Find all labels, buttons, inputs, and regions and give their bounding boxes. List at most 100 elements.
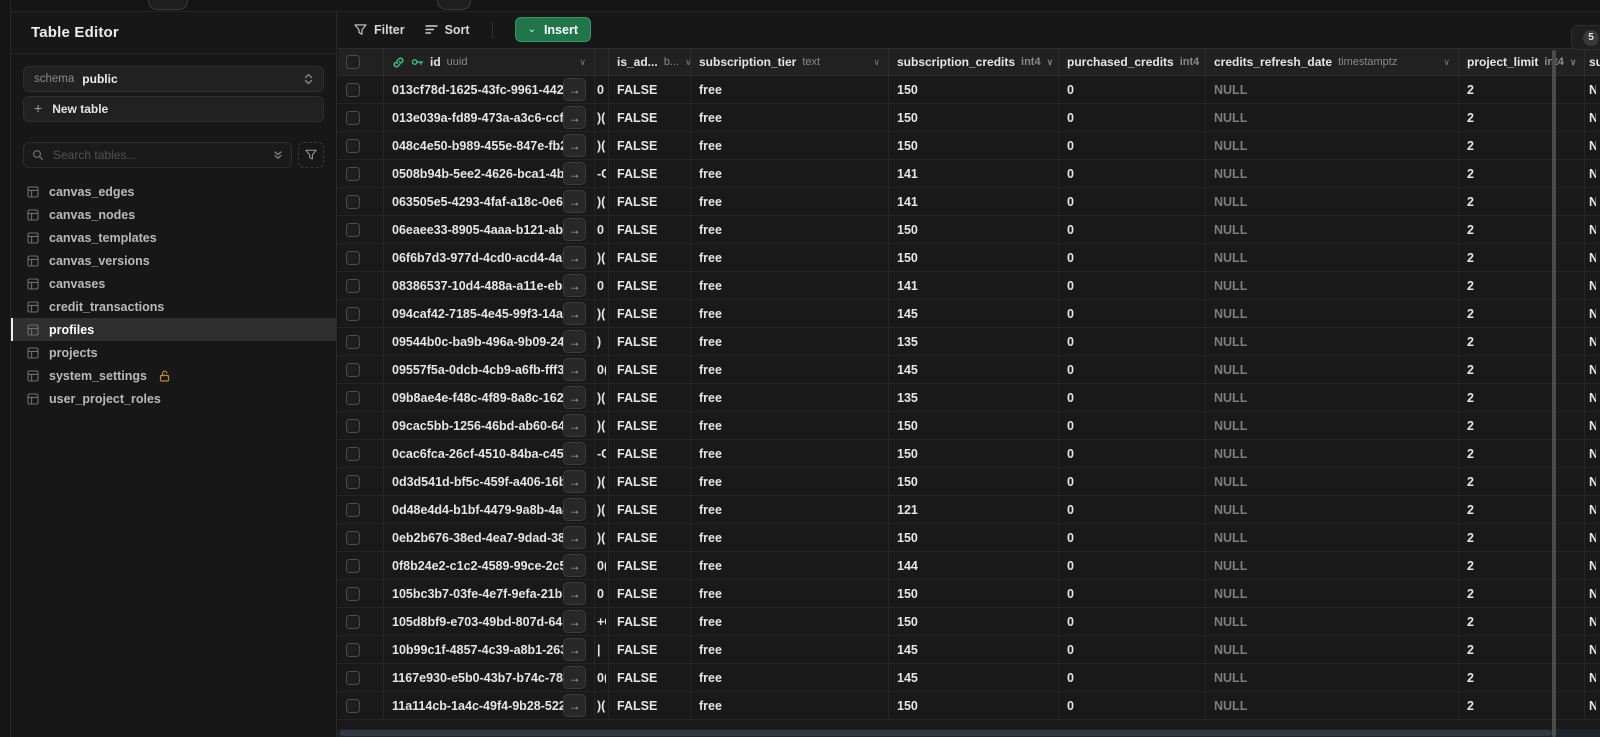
row-checkbox[interactable] bbox=[346, 614, 360, 629]
cell-is-admin[interactable]: FALSE bbox=[609, 76, 691, 103]
column-header-purchased-credits[interactable]: purchased_credits int4 ∨ bbox=[1059, 49, 1206, 75]
cell-project-limit[interactable]: 2 bbox=[1459, 356, 1585, 383]
cell-is-admin[interactable]: FALSE bbox=[609, 244, 691, 271]
cell-is-admin[interactable]: FALSE bbox=[609, 412, 691, 439]
cell-project-limit[interactable]: 2 bbox=[1459, 216, 1585, 243]
column-header-clipped[interactable]: su bbox=[1585, 49, 1600, 75]
cell-clipped[interactable]: NU bbox=[1585, 356, 1600, 383]
cell-clipped[interactable]: NU bbox=[1585, 412, 1600, 439]
cell-subscription-credits[interactable]: 150 bbox=[889, 468, 1059, 495]
cell-subscription-tier[interactable]: free bbox=[691, 412, 889, 439]
cell-subscription-credits[interactable]: 145 bbox=[889, 356, 1059, 383]
cell-id[interactable]: 105bc3b7-03fe-4e7f-9efa-21bb40... → bbox=[384, 580, 595, 607]
cell-purchased-credits[interactable]: 0 bbox=[1059, 580, 1206, 607]
cell-credits-refresh-date[interactable]: NULL bbox=[1206, 300, 1459, 327]
column-header-project-limit[interactable]: project_limit int4 ∨ bbox=[1459, 49, 1585, 75]
expand-row-button[interactable]: → bbox=[563, 498, 586, 521]
cell-id[interactable]: 0f8b24e2-c1c2-4589-99ce-2c52d... → bbox=[384, 552, 595, 579]
cell-credits-refresh-date[interactable]: NULL bbox=[1206, 384, 1459, 411]
cell-is-admin[interactable]: FALSE bbox=[609, 524, 691, 551]
sort-button[interactable]: Sort bbox=[424, 23, 470, 37]
cell-truncated[interactable]: )( bbox=[595, 524, 609, 551]
cell-project-limit[interactable]: 2 bbox=[1459, 412, 1585, 439]
cell-purchased-credits[interactable]: 0 bbox=[1059, 524, 1206, 551]
row-checkbox[interactable] bbox=[346, 558, 360, 573]
sidebar-item-canvas_versions[interactable]: canvas_versions bbox=[11, 249, 336, 272]
cell-credits-refresh-date[interactable]: NULL bbox=[1206, 468, 1459, 495]
row-checkbox[interactable] bbox=[346, 390, 360, 405]
row-select-cell[interactable] bbox=[338, 104, 384, 131]
cell-credits-refresh-date[interactable]: NULL bbox=[1206, 412, 1459, 439]
sidebar-item-canvas_templates[interactable]: canvas_templates bbox=[11, 226, 336, 249]
cell-clipped[interactable]: NU bbox=[1585, 244, 1600, 271]
row-checkbox[interactable] bbox=[346, 166, 360, 181]
cell-truncated[interactable]: 0( bbox=[595, 664, 609, 691]
cell-subscription-tier[interactable]: free bbox=[691, 104, 889, 131]
row-select-cell[interactable] bbox=[338, 496, 384, 523]
auth-policies-button[interactable]: 5 Auth policies bbox=[1571, 25, 1600, 50]
row-select-cell[interactable] bbox=[338, 384, 384, 411]
row-checkbox[interactable] bbox=[346, 278, 360, 293]
cell-id[interactable]: 1167e930-e5b0-43b7-b74c-788c9... → bbox=[384, 664, 595, 691]
cell-credits-refresh-date[interactable]: NULL bbox=[1206, 496, 1459, 523]
cell-purchased-credits[interactable]: 0 bbox=[1059, 608, 1206, 635]
row-checkbox[interactable] bbox=[346, 194, 360, 209]
expand-row-button[interactable]: → bbox=[563, 582, 586, 605]
new-table-button[interactable]: + New table bbox=[23, 96, 324, 122]
row-select-cell[interactable] bbox=[338, 356, 384, 383]
cell-credits-refresh-date[interactable]: NULL bbox=[1206, 664, 1459, 691]
cell-purchased-credits[interactable]: 0 bbox=[1059, 272, 1206, 299]
cell-project-limit[interactable]: 2 bbox=[1459, 188, 1585, 215]
row-select-cell[interactable] bbox=[338, 608, 384, 635]
cell-project-limit[interactable]: 2 bbox=[1459, 524, 1585, 551]
cell-credits-refresh-date[interactable]: NULL bbox=[1206, 188, 1459, 215]
cell-id[interactable]: 10b99c1f-4857-4c39-a8b1-263b8... → bbox=[384, 636, 595, 663]
cell-credits-refresh-date[interactable]: NULL bbox=[1206, 216, 1459, 243]
cell-purchased-credits[interactable]: 0 bbox=[1059, 160, 1206, 187]
cell-credits-refresh-date[interactable]: NULL bbox=[1206, 244, 1459, 271]
cell-subscription-tier[interactable]: free bbox=[691, 160, 889, 187]
cell-clipped[interactable]: NU bbox=[1585, 440, 1600, 467]
cell-subscription-tier[interactable]: free bbox=[691, 608, 889, 635]
expand-row-button[interactable]: → bbox=[563, 610, 586, 633]
row-checkbox[interactable] bbox=[346, 670, 360, 685]
cell-subscription-tier[interactable]: free bbox=[691, 580, 889, 607]
cell-subscription-credits[interactable]: 141 bbox=[889, 188, 1059, 215]
row-select-cell[interactable] bbox=[338, 76, 384, 103]
cell-subscription-tier[interactable]: free bbox=[691, 244, 889, 271]
column-header-truncated[interactable] bbox=[595, 49, 609, 75]
row-checkbox[interactable] bbox=[346, 250, 360, 265]
cell-id[interactable]: 094caf42-7185-4e45-99f3-14abee... → bbox=[384, 300, 595, 327]
cell-project-limit[interactable]: 2 bbox=[1459, 384, 1585, 411]
cell-clipped[interactable]: NU bbox=[1585, 216, 1600, 243]
cell-subscription-tier[interactable]: free bbox=[691, 692, 889, 719]
cell-is-admin[interactable]: FALSE bbox=[609, 104, 691, 131]
sidebar-item-canvas_edges[interactable]: canvas_edges bbox=[11, 180, 336, 203]
cell-clipped[interactable]: NU bbox=[1585, 608, 1600, 635]
cell-id[interactable]: 063505e5-4293-4faf-a18c-0e65b... → bbox=[384, 188, 595, 215]
cell-subscription-credits[interactable]: 145 bbox=[889, 664, 1059, 691]
schema-select[interactable]: schema public bbox=[23, 66, 324, 92]
row-checkbox[interactable] bbox=[346, 82, 360, 97]
cell-subscription-credits[interactable]: 144 bbox=[889, 552, 1059, 579]
row-select-cell[interactable] bbox=[338, 412, 384, 439]
sidebar-item-canvas_nodes[interactable]: canvas_nodes bbox=[11, 203, 336, 226]
cell-subscription-credits[interactable]: 150 bbox=[889, 524, 1059, 551]
row-checkbox[interactable] bbox=[346, 642, 360, 657]
cell-subscription-credits[interactable]: 150 bbox=[889, 608, 1059, 635]
cell-is-admin[interactable]: FALSE bbox=[609, 496, 691, 523]
row-select-cell[interactable] bbox=[338, 440, 384, 467]
cell-id[interactable]: 105d8bf9-e703-49bd-807d-645e... → bbox=[384, 608, 595, 635]
cell-is-admin[interactable]: FALSE bbox=[609, 216, 691, 243]
cell-subscription-credits[interactable]: 150 bbox=[889, 244, 1059, 271]
cell-subscription-tier[interactable]: free bbox=[691, 664, 889, 691]
cell-subscription-credits[interactable]: 141 bbox=[889, 160, 1059, 187]
cell-truncated[interactable]: )( bbox=[595, 468, 609, 495]
cell-purchased-credits[interactable]: 0 bbox=[1059, 188, 1206, 215]
cell-project-limit[interactable]: 2 bbox=[1459, 300, 1585, 327]
search-tables-box[interactable] bbox=[23, 142, 292, 168]
cell-subscription-tier[interactable]: free bbox=[691, 300, 889, 327]
cell-credits-refresh-date[interactable]: NULL bbox=[1206, 552, 1459, 579]
cell-is-admin[interactable]: FALSE bbox=[609, 384, 691, 411]
cell-purchased-credits[interactable]: 0 bbox=[1059, 552, 1206, 579]
